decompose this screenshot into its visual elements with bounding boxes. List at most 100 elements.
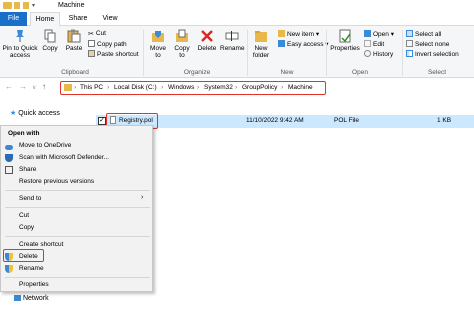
rename-button[interactable]: Rename [220,29,245,52]
tab-home[interactable]: Home [30,12,60,26]
ribbon-divider [247,30,248,76]
select-group-label: Select [427,69,447,76]
menu-item-restore[interactable]: Restore previous versions [19,178,94,185]
easy-access-button[interactable]: Easy access ▾ [278,40,329,49]
new-item-button[interactable]: New item ▾ [278,30,319,39]
breadcrumb-sep: › [107,84,110,91]
back-arrow-icon[interactable]: ← [5,82,13,91]
menu-item-open-with[interactable]: Open with [8,130,39,137]
paste-shortcut-icon [88,50,95,57]
tab-share[interactable]: Share [63,12,93,26]
menu-item-share[interactable]: Share [19,166,36,173]
breadcrumb-this-pc[interactable]: This PC [80,84,103,91]
paste-shortcut-button[interactable]: Paste shortcut [88,50,139,59]
copy-path-button[interactable]: Copy path [88,40,127,49]
file-size: 1 KB [437,117,452,124]
easy-access-icon [278,40,285,47]
edit-button[interactable]: Edit [364,40,384,49]
nav-item-quick-access[interactable]: ★ Quick access [10,109,60,117]
address-bar[interactable]: › This PC › Local Disk (C:) › Windows › … [60,81,326,95]
rename-icon [225,29,239,43]
copy-to-icon [175,29,189,43]
folder-icon [3,2,12,9]
select-none-button[interactable]: Select none [406,40,449,49]
menu-divider [5,236,150,237]
title-bar: ▾ Machine [0,0,474,12]
breadcrumb-sep: › [235,84,238,91]
context-menu: Open with Move to OneDrive Scan with Mic… [0,125,153,292]
breadcrumb-windows[interactable]: Windows [168,84,194,91]
new-folder-icon [254,29,268,43]
delete-x-icon [200,29,214,43]
star-icon: ★ [10,110,17,117]
ribbon: Pin to Quick access Copy Paste ✂ Cut Copy… [0,26,474,78]
copy-to-button[interactable]: Copy to [171,29,193,59]
file-type: POL File [334,117,360,124]
cut-button[interactable]: ✂ Cut [88,30,106,38]
ribbon-divider [143,30,144,76]
menu-item-create-shortcut[interactable]: Create shortcut [19,241,63,248]
breadcrumb-machine[interactable]: Machine [288,84,313,91]
open-button[interactable]: Open ▾ [364,30,394,39]
chevron-right-icon: › [141,194,144,201]
select-none-icon [406,40,413,47]
breadcrumb-system32[interactable]: System32 [204,84,233,91]
file-name[interactable]: Registry.pol [119,117,153,124]
paste-icon [67,29,81,43]
invert-selection-icon [406,50,413,57]
shield-uac-icon [5,265,13,273]
tab-view[interactable]: View [95,12,125,26]
menu-item-copy[interactable]: Copy [19,224,34,231]
checkbox-icon[interactable]: ✓ [98,117,106,125]
new-item-icon [278,30,285,37]
menu-item-move-to-onedrive[interactable]: Move to OneDrive [19,142,71,149]
window-title: Machine [58,2,85,9]
move-to-button[interactable]: Move to [147,29,169,59]
delete-button[interactable]: Delete [196,29,218,52]
properties-button[interactable]: Properties [329,29,361,52]
menu-divider [5,277,150,278]
menu-divider [5,190,150,191]
recent-dropdown-icon[interactable]: ∨ [32,84,36,91]
tab-file[interactable]: File [0,12,27,26]
nav-item-network[interactable]: Network [14,295,49,302]
menu-item-properties[interactable]: Properties [19,281,49,288]
ribbon-divider [402,30,403,76]
new-folder-button[interactable]: New folder [250,29,272,59]
new-group-label: New [280,69,294,76]
folder-icon [64,84,72,91]
menu-item-rename[interactable]: Rename [19,265,44,272]
network-icon [14,295,21,301]
quick-access-toolbar[interactable]: ▾ [14,2,52,10]
menu-item-scan[interactable]: Scan with Microsoft Defender... [19,154,109,161]
menu-item-send-to[interactable]: Send to [19,195,41,202]
move-to-icon [151,29,165,43]
paste-button[interactable]: Paste [63,29,85,52]
copy-path-icon [88,40,95,47]
breadcrumb-sep: › [197,84,200,91]
forward-arrow-icon[interactable]: → [19,82,27,91]
breadcrumb-sep: › [161,84,164,91]
breadcrumb-grouppolicy[interactable]: GroupPolicy [242,84,277,91]
menu-item-cut[interactable]: Cut [19,212,29,219]
copy-icon [44,29,56,43]
select-all-button[interactable]: Select all [406,30,441,39]
organize-group-label: Organize [183,69,211,76]
ribbon-divider [326,30,327,76]
onedrive-icon [5,145,13,150]
pin-to-quick-access-button[interactable]: Pin to Quick access [2,29,38,59]
breadcrumb-local-disk[interactable]: Local Disk (C:) [114,84,157,91]
delete-highlight [3,249,44,262]
file-date: 11/10/2022 9:42 AM [246,117,304,124]
history-button[interactable]: History [364,50,393,59]
edit-icon [364,40,371,47]
ribbon-tabs: File Home Share View [0,12,474,26]
menu-divider [5,207,150,208]
copy-button[interactable]: Copy [40,29,60,52]
shield-icon [5,154,13,162]
breadcrumb-sep: › [74,84,77,91]
clipboard-group-label: Clipboard [61,69,89,76]
invert-selection-button[interactable]: Invert selection [406,50,459,59]
up-arrow-icon[interactable]: ↑ [42,82,46,91]
select-all-icon [406,30,413,37]
